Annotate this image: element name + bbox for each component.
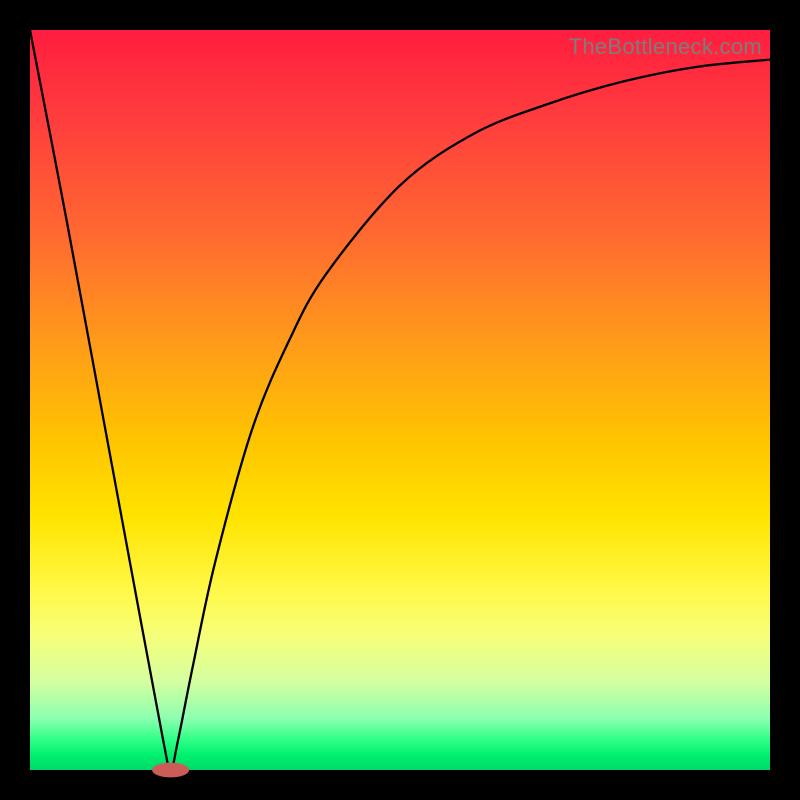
- chart-frame: TheBottleneck.com: [0, 0, 800, 800]
- curve-layer: [30, 30, 770, 770]
- optimum-marker: [152, 763, 189, 778]
- bottleneck-curve-path: [30, 30, 770, 770]
- plot-area: TheBottleneck.com: [30, 30, 770, 770]
